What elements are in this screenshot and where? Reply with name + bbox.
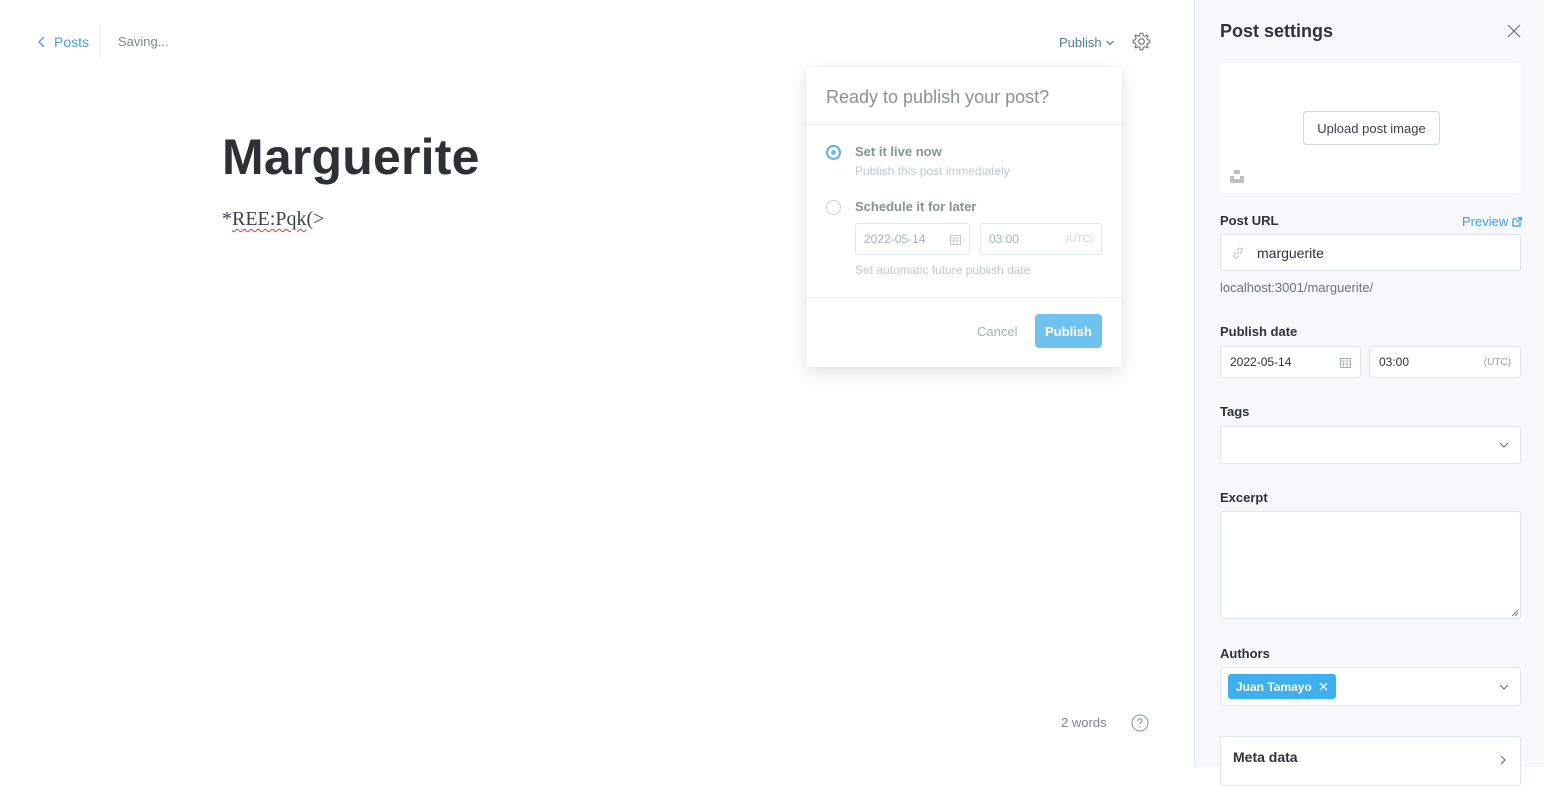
calendar-icon [1340,357,1351,368]
calendar-icon [950,234,961,245]
post-url-value: marguerite [1257,244,1324,261]
chevron-left-icon [38,36,45,48]
excerpt-textarea[interactable] [1220,511,1521,619]
close-icon[interactable] [1507,24,1521,38]
publish-popup: Ready to publish your post? Set it live … [806,67,1122,367]
publish-menu-trigger[interactable]: Publish [1059,35,1115,50]
resize-grip-icon[interactable] [1511,609,1519,617]
preview-label: Preview [1462,214,1509,229]
tags-label: Tags [1220,404,1250,419]
authors-select[interactable]: Juan Tamayo [1220,667,1521,706]
schedule-time-input[interactable]: 03:00 (UTC) [980,223,1102,255]
option-title: Set it live now [855,144,942,159]
popup-heading: Ready to publish your post? [806,67,1122,125]
schedule-date-value: 2022-05-14 [864,232,926,246]
meta-data-section[interactable]: Meta data [1220,736,1521,786]
publish-date-input[interactable]: 2022-05-14 [1220,346,1361,378]
schedule-date-input[interactable]: 2022-05-14 [855,223,970,255]
author-chip[interactable]: Juan Tamayo [1228,674,1336,699]
misspelled-word: REE:Pqk [232,208,307,230]
preview-link[interactable]: Preview [1462,214,1523,229]
option-subtitle: Publish this post immediately [855,164,1010,178]
publish-time-value: 03:00 [1379,355,1410,369]
editor-pane: Posts Saving... Publish Marguerite *REE:… [0,0,1194,767]
option-schedule[interactable]: Schedule it for later [826,199,976,215]
external-link-icon [1512,216,1523,227]
publish-time-input[interactable]: 03:00 (UTC) [1369,346,1521,378]
publish-button[interactable]: Publish [1035,314,1102,348]
popup-divider [806,297,1122,298]
post-url-label: Post URL [1220,213,1279,228]
schedule-inputs: 2022-05-14 03:00 (UTC) [855,223,1102,255]
radio-schedule[interactable] [826,200,841,215]
link-icon [1233,247,1243,258]
authors-label: Authors [1220,646,1270,661]
tags-select[interactable] [1220,426,1521,464]
publish-date-label: Publish date [1220,324,1298,339]
back-link-label: Posts [54,34,90,50]
publish-date-value: 2022-05-14 [1230,355,1292,369]
body-text-prefix: * [222,208,232,230]
unsplash-icon[interactable] [1230,169,1244,183]
option-title: Schedule it for later [855,199,977,214]
post-settings-panel: Post settings Upload post image Post URL… [1194,0,1544,786]
post-body[interactable]: *REE:Pqk(> [222,208,324,231]
excerpt-label: Excerpt [1220,490,1268,505]
chevron-down-icon [1499,442,1509,448]
body-text-suffix: (> [306,208,325,230]
post-title[interactable]: Marguerite [222,128,480,186]
schedule-time-value: 03:00 [989,232,1020,246]
chevron-right-icon [1500,755,1506,765]
back-to-posts-link[interactable]: Posts [35,33,89,51]
save-status: Saving... [118,34,169,49]
schedule-hint: Set automatic future publish date [855,263,1031,277]
word-count: 2 words [1061,715,1107,730]
gear-icon[interactable] [1131,31,1152,52]
cancel-button[interactable]: Cancel [977,324,1017,339]
meta-data-title: Meta data [1233,749,1298,765]
author-name: Juan Tamayo [1236,679,1312,694]
upload-image-button[interactable]: Upload post image [1303,111,1440,145]
chevron-down-icon [1499,684,1509,690]
radio-publish-now[interactable] [826,145,841,160]
help-icon[interactable] [1131,714,1149,732]
post-url-hint: localhost:3001/marguerite/ [1220,280,1374,295]
remove-author-icon[interactable] [1319,682,1328,691]
option-publish-now[interactable]: Set it live now Publish this post immedi… [826,144,1010,178]
publish-menu-label: Publish [1059,35,1102,50]
post-url-input[interactable]: marguerite [1220,234,1521,271]
post-image-dropzone[interactable]: Upload post image [1220,63,1521,193]
chevron-down-icon [1105,40,1114,45]
timezone-label: (UTC) [1483,356,1511,368]
panel-title: Post settings [1220,21,1334,41]
header-divider [100,24,101,60]
timezone-label: (UTC) [1065,233,1093,245]
